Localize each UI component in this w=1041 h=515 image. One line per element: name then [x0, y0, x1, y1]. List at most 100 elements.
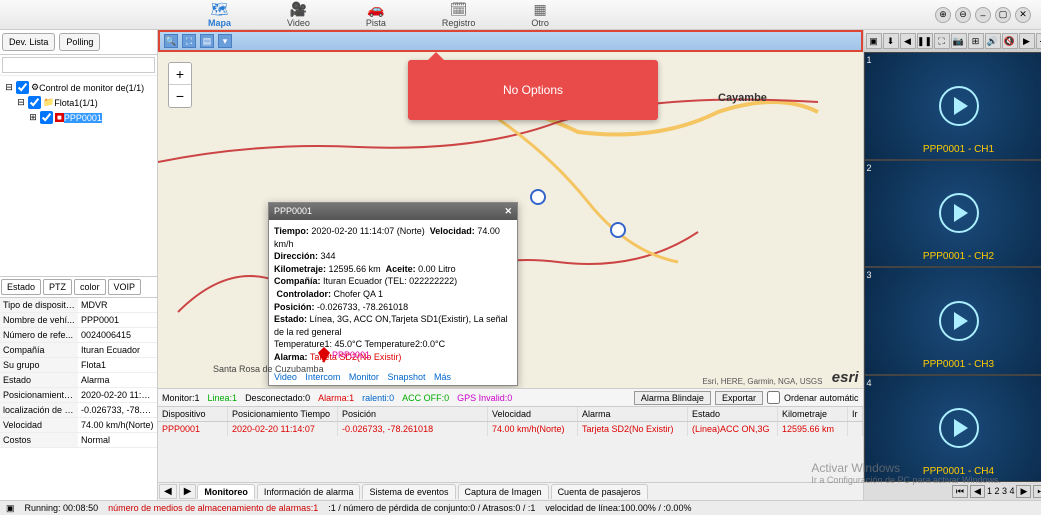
tree-expand-root[interactable]: ⊟	[4, 82, 14, 93]
btab-eventos[interactable]: Sistema de eventos	[362, 484, 455, 499]
mb-accoff: ACC OFF:0	[402, 393, 449, 403]
play-button[interactable]	[939, 301, 979, 341]
alarma-blindaje-button[interactable]: Alarma Blindaje	[634, 391, 711, 405]
detail-val: -0.026733, -78.261018	[78, 403, 157, 417]
pager-first[interactable]: ⏮	[952, 485, 968, 498]
btab-pasajeros[interactable]: Cuenta de pasajeros	[551, 484, 648, 499]
nav-pista[interactable]: 🚗Pista	[358, 0, 394, 30]
video-cell-3[interactable]: 3PPP0001 - CH3	[865, 268, 1041, 374]
video-cell-4[interactable]: 4PPP0001 - CH4	[865, 376, 1041, 482]
tree-vehicle-label[interactable]: PPP0001	[64, 113, 102, 123]
detail-key: localización de v...	[0, 403, 78, 417]
details-panel: Tipo de dispositivoMDVR Nombre de vehí..…	[0, 298, 157, 448]
play-button[interactable]	[939, 86, 979, 126]
play-button[interactable]	[939, 193, 979, 233]
detail-val: MDVR	[78, 298, 157, 312]
vt-icon-7[interactable]: ⊞	[968, 33, 984, 49]
play-icon	[954, 204, 968, 222]
vehicle-marker[interactable]: PPP0001	[318, 347, 370, 363]
btab-captura[interactable]: Captura de Imagen	[458, 484, 549, 499]
gh[interactable]: Velocidad	[488, 407, 578, 421]
zoom-in-button[interactable]: +	[169, 63, 191, 85]
detail-key: Velocidad	[0, 418, 78, 432]
tab-polling[interactable]: Polling	[59, 33, 100, 51]
detail-key: Compañía	[0, 343, 78, 357]
mb-ralenti: ralenti:0	[362, 393, 394, 403]
nav-otro[interactable]: ▦Otro	[523, 0, 557, 30]
vt-icon-4[interactable]: ❚❚	[917, 33, 933, 49]
popup-k: Alarma:	[274, 352, 308, 362]
vt-icon-5[interactable]: ⛶	[934, 33, 950, 49]
popup-link-mas[interactable]: Más	[434, 372, 451, 382]
search-input[interactable]	[2, 57, 155, 73]
vt-icon-1[interactable]: ▣	[866, 33, 882, 49]
tree-check-vehicle[interactable]	[40, 111, 53, 124]
tree-expand-vehicle[interactable]: ⊞	[28, 112, 38, 123]
zoom-out-button[interactable]: −	[169, 85, 191, 107]
status-perdida: :1 / número de pérdida de conjunto:0 / A…	[328, 503, 535, 513]
btab-next[interactable]: ▶	[179, 484, 197, 499]
tree-check-fleet[interactable]	[28, 96, 41, 109]
status-bar: ▣ Running: 00:08:50 número de medios de …	[0, 500, 1041, 515]
gh[interactable]: Alarma	[578, 407, 688, 421]
nav-video-label: Video	[287, 18, 310, 28]
nav-video[interactable]: 🎥Video	[279, 0, 318, 30]
pager-prev[interactable]: ◀	[970, 485, 985, 498]
popup-link-snapshot[interactable]: Snapshot	[387, 372, 425, 382]
nav-registro[interactable]: 🗓Registro	[434, 0, 484, 30]
vt-icon-10[interactable]: ▶	[1019, 33, 1035, 49]
gh[interactable]: Kilometraje	[778, 407, 848, 421]
gh[interactable]: Dispositivo	[158, 407, 228, 421]
tab-estado[interactable]: Estado	[1, 279, 41, 295]
exportar-button[interactable]: Exportar	[715, 391, 763, 405]
window-btn-1[interactable]: ⊕	[935, 7, 951, 23]
table-row[interactable]: PPP0001 2020-02-20 11:14:07 -0.026733, -…	[158, 422, 863, 436]
btab-prev[interactable]: ◀	[159, 484, 177, 499]
window-minimize[interactable]: –	[975, 7, 991, 23]
vt-icon-3[interactable]: ◀	[900, 33, 916, 49]
gh[interactable]: Ir	[848, 407, 863, 421]
folder-icon: 📁	[43, 97, 54, 108]
tree-check-root[interactable]	[16, 81, 29, 94]
center-panel: 🔍 ⛶ ▤ ▾ No Options + − PP	[158, 30, 864, 500]
window-maximize[interactable]: ▢	[995, 7, 1011, 23]
video-cell-2[interactable]: 2PPP0001 - CH2	[865, 161, 1041, 267]
video-cell-1[interactable]: 1PPP0001 - CH1	[865, 53, 1041, 159]
nav-mapa[interactable]: 🗺Mapa	[200, 0, 239, 30]
btab-monitoreo[interactable]: Monitoreo	[197, 484, 255, 499]
vt-icon-8[interactable]: 🔊	[985, 33, 1001, 49]
window-btn-2[interactable]: ⊖	[955, 7, 971, 23]
popup-link-monitor[interactable]: Monitor	[349, 372, 379, 382]
play-button[interactable]	[939, 408, 979, 448]
popup-close-button[interactable]: ✕	[504, 206, 512, 217]
tab-ptz[interactable]: PTZ	[43, 279, 72, 295]
map-tool-search-icon[interactable]: 🔍	[164, 34, 178, 48]
window-close[interactable]: ✕	[1015, 7, 1031, 23]
vt-icon-6[interactable]: 📷	[951, 33, 967, 49]
popup-v: Chofer QA 1	[334, 289, 384, 299]
video-num: 1	[867, 55, 872, 65]
gh[interactable]: Estado	[688, 407, 778, 421]
vt-icon-2[interactable]: ⬇	[883, 33, 899, 49]
pager-next[interactable]: ▶	[1016, 485, 1031, 498]
tab-dev-lista[interactable]: Dev. Lista	[2, 33, 55, 51]
popup-v: 2020-02-20 11:14:07 (Norte)	[311, 226, 424, 236]
right-panel: ▣ ⬇ ◀ ❚❚ ⛶ 📷 ⊞ 🔊 🔇 ▶ ⋯ 1PPP0001 - CH1 2P…	[864, 30, 1041, 500]
status-expand-icon[interactable]: ▣	[6, 503, 15, 514]
gh[interactable]: Posicionamiento Tiempo	[228, 407, 338, 421]
vt-icon-9[interactable]: 🔇	[1002, 33, 1018, 49]
tab-color[interactable]: color	[74, 279, 106, 295]
gh[interactable]: Posición	[338, 407, 488, 421]
vt-icon-11[interactable]: ⋯	[1036, 33, 1041, 49]
record-icon: 🗓	[450, 1, 468, 18]
ordenar-checkbox[interactable]	[767, 391, 780, 404]
tab-voip[interactable]: VOIP	[108, 279, 142, 295]
map-tool-layers-icon[interactable]: ▤	[200, 34, 214, 48]
pager-last[interactable]: ⏭	[1033, 485, 1041, 498]
grid-body: PPP0001 2020-02-20 11:14:07 -0.026733, -…	[158, 422, 863, 482]
tree-expand-fleet[interactable]: ⊟	[16, 97, 26, 108]
popup-k: Dirección:	[274, 251, 318, 261]
btab-alarma[interactable]: Información de alarma	[257, 484, 361, 499]
map-tool-fullscreen-icon[interactable]: ⛶	[182, 34, 196, 48]
map-tool-dropdown-icon[interactable]: ▾	[218, 34, 232, 48]
